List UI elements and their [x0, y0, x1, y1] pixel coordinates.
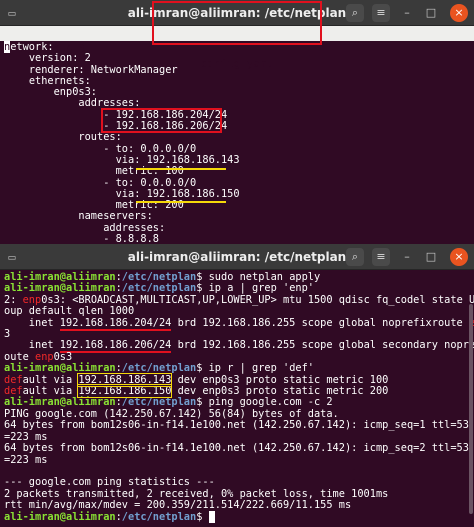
prompt-line: ali-imran@aliimran:/etc/netplan$ ip r | …: [4, 362, 314, 375]
output-line: default via 192.168.186.150 dev enp0s3 p…: [4, 384, 389, 399]
search-icon[interactable]: ⌕: [346, 248, 364, 266]
minimize-icon[interactable]: –: [398, 4, 416, 22]
highlight-box-title: [152, 1, 322, 45]
prompt-line: ali-imran@aliimran:/etc/netplan$ ping go…: [4, 396, 333, 409]
output-line: 2 packets transmitted, 2 received, 0% pa…: [4, 487, 389, 500]
prompt-line: ali-imran@aliimran:/etc/netplan$: [4, 510, 215, 523]
scrollbar[interactable]: [469, 304, 473, 514]
output-line: =223 ms: [4, 453, 48, 466]
ip-underline-204: 192.168.186.204/24: [59, 316, 172, 331]
text-cursor: [208, 510, 215, 523]
output-line: oup default qlen 1000: [4, 305, 135, 318]
title-bar: ▭ ali-imran@aliimran: /etc/netplan ⌕ ≡ –…: [0, 244, 474, 270]
maximize-icon[interactable]: □: [422, 4, 440, 22]
output-line: PING google.com (142.250.67.142) 56(84) …: [4, 407, 339, 420]
menu-icon[interactable]: ≡: [372, 4, 390, 22]
command-text: ip r | grep 'def': [208, 362, 314, 375]
close-icon[interactable]: ×: [450, 4, 468, 22]
command-text: ping google.com -c 2: [208, 396, 333, 409]
output-line: --- google.com ping statistics ---: [4, 476, 215, 489]
maximize-icon[interactable]: □: [422, 248, 440, 266]
output-line: oute enp0s3: [4, 350, 73, 363]
output-line: 64 bytes from bom12s06-in-f14.1e100.net …: [4, 442, 474, 455]
output-line: 2: enp0s3: <BROADCAST,MULTICAST,UP,LOWER…: [4, 293, 474, 306]
output-line: inet 192.168.186.204/24 brd 192.168.186.…: [4, 316, 474, 331]
output-line: 3: [4, 328, 11, 341]
minimize-icon[interactable]: –: [398, 248, 416, 266]
close-icon[interactable]: ×: [450, 248, 468, 266]
highlight-underline-via2: [136, 201, 226, 203]
command-text: ip a | grep 'enp': [208, 282, 314, 295]
highlight-box-addresses: [101, 108, 222, 133]
gateway-box-143: 192.168.186.143: [77, 372, 173, 387]
menu-icon[interactable]: ≡: [372, 248, 390, 266]
prompt-line: ali-imran@aliimran:/etc/netplan$ sudo ne…: [4, 271, 321, 283]
ip-underline-206: 192.168.186.206/24: [59, 339, 172, 354]
command-text: sudo netplan apply: [208, 271, 321, 283]
output-line: =223 ms: [4, 430, 48, 443]
output-line: default via 192.168.186.143 dev enp0s3 p…: [4, 372, 389, 387]
nano-terminal-window: ▭ ali-imran@aliimran: /etc/netplan ⌕ ≡ –…: [0, 0, 474, 244]
highlight-underline-via1: [136, 168, 226, 170]
output-line: 64 bytes from bom12s06-in-f14.1e100.net …: [4, 419, 474, 432]
output-line: inet 192.168.186.206/24 brd 192.168.186.…: [4, 339, 474, 354]
terminal-window: ▭ ali-imran@aliimran: /etc/netplan ⌕ ≡ –…: [0, 244, 474, 527]
search-icon[interactable]: ⌕: [346, 4, 364, 22]
prompt-line: ali-imran@aliimran:/etc/netplan$ ip a | …: [4, 282, 314, 295]
gateway-box-150: 192.168.186.150: [77, 384, 173, 399]
config-editor[interactable]: network: version: 2 renderer: NetworkMan…: [4, 41, 240, 244]
output-line: rtt min/avg/max/mdev = 200.359/211.514/2…: [4, 499, 352, 512]
config-line: - 8.8.8.8: [103, 233, 159, 244]
terminal-output[interactable]: ali-imran@aliimran:/etc/netplan$ sudo ne…: [4, 271, 474, 523]
